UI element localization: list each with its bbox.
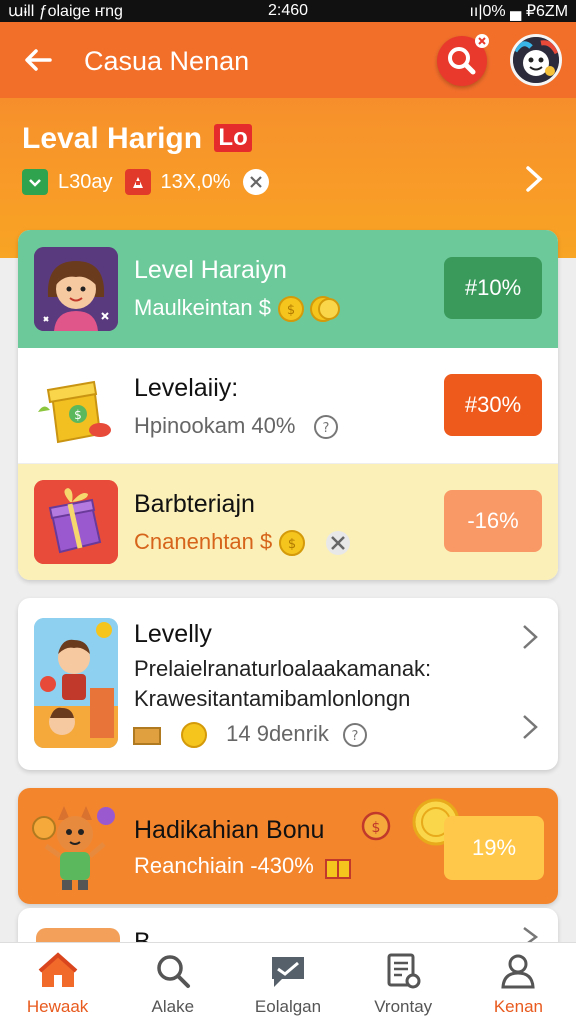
chat-icon bbox=[272, 957, 304, 987]
promo-card[interactable]: Levelly Prelaielranaturloalaakamanak: Kr… bbox=[18, 598, 558, 770]
bonus-title: Hadikahian Bonu bbox=[134, 816, 325, 844]
row-subtitle: Cnanenhtan $ $ bbox=[134, 528, 358, 558]
promo-meta: 14 9denrik ? bbox=[133, 720, 371, 750]
list-item[interactable]: Level Haraiyn Maulkeintan $ $ #10% bbox=[18, 230, 558, 348]
stat-days: L30ay bbox=[58, 170, 113, 193]
status-carrier: աɨll ƒolaige ҥng bbox=[8, 3, 123, 20]
discount-button[interactable]: #30% bbox=[444, 374, 542, 436]
row-title: Levelaiiy: bbox=[134, 374, 239, 402]
nav-label: Eolalgan bbox=[254, 997, 322, 1016]
nav-search[interactable]: Alake bbox=[115, 943, 230, 1024]
home-icon bbox=[38, 952, 77, 987]
girl-avatar-icon bbox=[34, 247, 118, 331]
chevron-right-icon[interactable] bbox=[518, 710, 542, 749]
svg-text:$: $ bbox=[288, 537, 296, 552]
row-subtitle-text: Maulkeintan bbox=[134, 294, 253, 320]
bonus-card[interactable]: Hadikahian Bonu Reanchiain -430% $ 19% bbox=[18, 788, 558, 904]
bottom-nav: Hewaak Alake Eolalgan Vrontay Kenan bbox=[0, 942, 576, 1024]
search-icon bbox=[157, 955, 190, 988]
header: Casua Nenan Leval Harign Lo L30ay 13X,0% bbox=[0, 22, 576, 258]
app-title: Casua Nenan bbox=[84, 46, 250, 76]
chevron-right-icon[interactable] bbox=[520, 162, 548, 205]
info-icon: ? bbox=[343, 723, 367, 747]
nav-receipt[interactable]: Vrontay bbox=[346, 943, 461, 1024]
discount-button[interactable]: -16% bbox=[444, 490, 542, 552]
promo-line-2: Krawesitantamibamlonlongn bbox=[134, 686, 411, 711]
gift-box-icon: $ bbox=[34, 364, 118, 448]
status-time: 2:460 bbox=[267, 2, 309, 19]
svg-text:$: $ bbox=[74, 408, 82, 422]
coin-icon: $ bbox=[279, 530, 351, 556]
svg-text:?: ? bbox=[322, 421, 329, 436]
discount-button[interactable]: #10% bbox=[444, 257, 542, 319]
promo-meta-text: 14 9denrik bbox=[226, 720, 329, 746]
search-button[interactable] bbox=[437, 34, 489, 86]
nav-label: Vrontay bbox=[374, 997, 433, 1016]
status-bar: աɨll ƒolaige ҥng 2:460 ıı|0% ▄ ₽6ZM bbox=[0, 0, 576, 22]
promo-content: Levelly Prelaielranaturloalaakamanak: Kr… bbox=[18, 598, 558, 770]
bonus-button[interactable]: 19% bbox=[444, 816, 544, 880]
level-stats: L30ay 13X,0% bbox=[22, 168, 279, 196]
coins-icon: $ bbox=[278, 296, 341, 322]
level-chip: Lo bbox=[214, 124, 252, 152]
currency-symbol: $ bbox=[258, 294, 272, 320]
row-subtitle: Hpinookam 40% ? bbox=[134, 412, 342, 442]
trophy-icon bbox=[124, 169, 151, 195]
bonus-subtitle: Reanchiain -430% bbox=[134, 852, 356, 882]
present-icon bbox=[34, 480, 118, 564]
list-item[interactable]: Barbteriajn Cnanenhtan $ $ -16% bbox=[18, 464, 558, 580]
receipt-icon bbox=[387, 953, 421, 989]
list-item[interactable]: $ Levelaiiy: Hpinookam 40% ? #30% bbox=[18, 348, 558, 464]
check-icon bbox=[22, 169, 48, 195]
row-subtitle: Maulkeintan $ $ bbox=[134, 294, 341, 324]
bonus-subtitle-text: Reanchiain -430% bbox=[134, 852, 314, 878]
row-title: Level Haraiyn bbox=[134, 256, 287, 284]
info-icon: ? bbox=[313, 415, 338, 439]
level-title: Leval Harign bbox=[22, 122, 203, 155]
profile-icon bbox=[501, 954, 536, 989]
svg-text:$: $ bbox=[372, 820, 381, 836]
stat-percent: 13X,0% bbox=[160, 170, 231, 193]
gift-icon bbox=[324, 859, 351, 879]
row-title: Barbteriajn bbox=[134, 490, 255, 518]
svg-text:?: ? bbox=[352, 729, 359, 744]
svg-text:$: $ bbox=[287, 303, 295, 318]
coins-icon bbox=[133, 722, 207, 748]
chevron-right-icon[interactable] bbox=[518, 620, 542, 659]
tools-icon bbox=[242, 169, 269, 195]
row-subtitle-text: Cnanenhtan bbox=[134, 528, 254, 554]
offers-card: Level Haraiyn Maulkeintan $ $ #10% $ Lev… bbox=[18, 230, 558, 580]
nav-label: Kenan bbox=[493, 997, 543, 1016]
row-subtitle-text: Hpinookam 40% bbox=[134, 412, 296, 438]
status-indicators: ıı|0% ▄ ₽6ZM bbox=[469, 3, 569, 20]
nav-profile[interactable]: Kenan bbox=[461, 943, 576, 1024]
back-arrow-icon[interactable] bbox=[20, 42, 56, 78]
promo-title: Levelly bbox=[134, 620, 212, 648]
avatar[interactable] bbox=[510, 34, 562, 86]
nav-label: Alake bbox=[151, 997, 195, 1016]
level-heading: Leval Harign Lo bbox=[22, 122, 252, 156]
nav-chat[interactable]: Eolalgan bbox=[230, 943, 345, 1024]
notification-badge bbox=[475, 34, 489, 48]
currency-symbol: $ bbox=[260, 528, 273, 554]
app-bar: Casua Nenan bbox=[0, 22, 576, 98]
nav-home[interactable]: Hewaak bbox=[0, 943, 115, 1024]
nav-label: Hewaak bbox=[26, 997, 89, 1016]
promo-line-1: Prelaielranaturloalaakamanak: bbox=[134, 656, 432, 681]
